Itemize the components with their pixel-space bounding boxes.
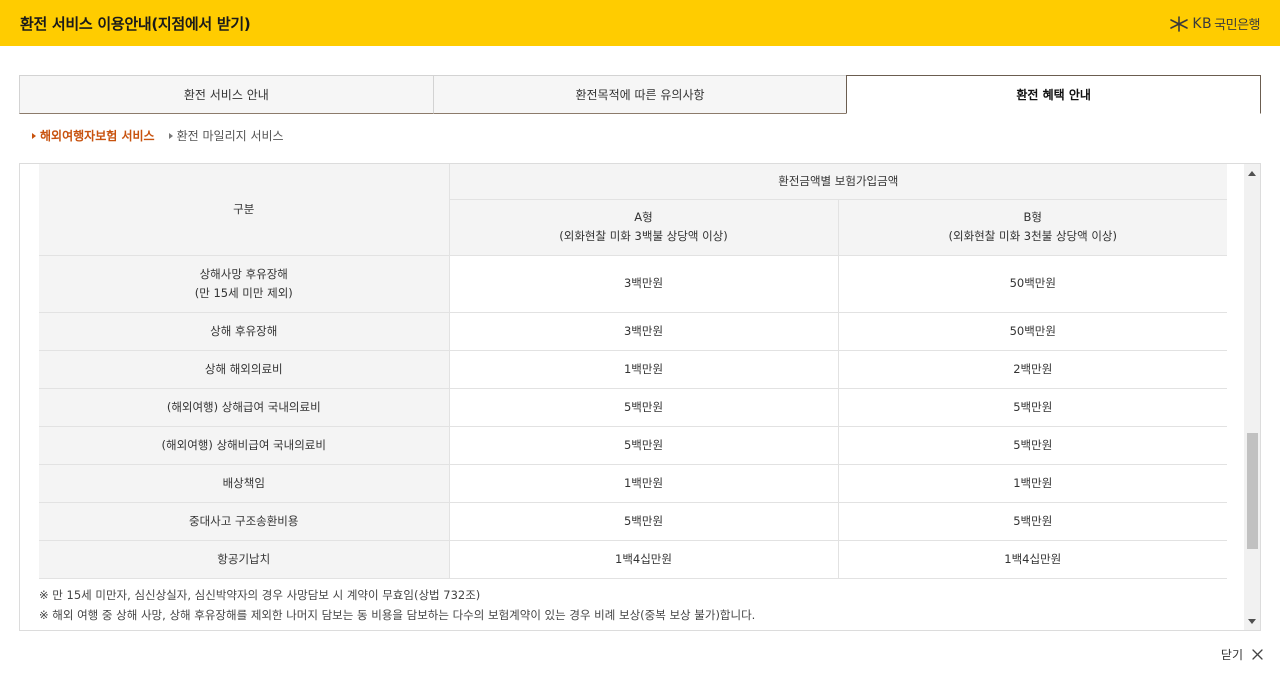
cell-a: 1백만원 (449, 464, 838, 502)
tab-exchange-service[interactable]: 환전 서비스 안내 (19, 75, 433, 114)
close-label: 닫기 (1221, 646, 1243, 663)
cell-b: 50백만원 (838, 312, 1227, 350)
cell-a: 5백만원 (449, 502, 838, 540)
row-label: 상해 해외의료비 (39, 350, 449, 388)
tab-purpose-notes[interactable]: 환전목적에 따른 유의사항 (433, 75, 847, 114)
brand-kb-text: KB (1192, 16, 1212, 32)
table-row: (해외여행) 상해비급여 국내의료비 5백만원 5백만원 (39, 426, 1227, 464)
col-b-desc: (외화현찰 미화 3천불 상당액 이상) (839, 227, 1228, 246)
subtab-label: 환전 마일리지 서비스 (177, 127, 284, 144)
row-label-sub: (만 15세 미만 제외) (39, 284, 449, 303)
cell-a: 3백만원 (449, 312, 838, 350)
col-header-b: B형 (외화현찰 미화 3천불 상당액 이상) (838, 199, 1227, 255)
scroll-up-button[interactable] (1244, 165, 1260, 181)
col-a-name: A형 (450, 208, 838, 227)
cell-a: 1백만원 (449, 350, 838, 388)
cell-b: 1백4십만원 (838, 540, 1227, 578)
close-icon (1252, 649, 1263, 660)
col-a-desc: (외화현찰 미화 3백불 상당액 이상) (450, 227, 838, 246)
tab-exchange-benefits[interactable]: 환전 혜택 안내 (846, 75, 1261, 114)
table-row: 상해사망 후유장해 (만 15세 미만 제외) 3백만원 50백만원 (39, 255, 1227, 312)
sub-tabs: 해외여행자보험 서비스 환전 마일리지 서비스 (32, 127, 298, 144)
col-b-name: B형 (839, 208, 1228, 227)
scroll-down-button[interactable] (1244, 613, 1260, 629)
subtab-travel-insurance[interactable]: 해외여행자보험 서비스 (32, 127, 155, 144)
row-label: (해외여행) 상해비급여 국내의료비 (39, 426, 449, 464)
table-row: 상해 해외의료비 1백만원 2백만원 (39, 350, 1227, 388)
scroll-area[interactable]: 구분 환전금액별 보험가입금액 A형 (외화현찰 미화 3백불 상당액 이상) … (20, 164, 1245, 630)
group-header: 환전금액별 보험가입금액 (449, 164, 1227, 199)
row-label: (해외여행) 상해급여 국내의료비 (39, 388, 449, 426)
content-panel: 구분 환전금액별 보험가입금액 A형 (외화현찰 미화 3백불 상당액 이상) … (19, 163, 1261, 631)
cell-a: 5백만원 (449, 426, 838, 464)
row-label: 상해사망 후유장해 (만 15세 미만 제외) (39, 255, 449, 312)
corner-header: 구분 (39, 164, 449, 255)
arrow-up-icon (1248, 171, 1256, 176)
header-bar: 환전 서비스 이용안내(지점에서 받기) KB 국민은행 (0, 0, 1280, 46)
vertical-scrollbar[interactable] (1244, 164, 1260, 630)
cell-b: 1백만원 (838, 464, 1227, 502)
caret-right-icon (169, 133, 173, 139)
subtab-exchange-mileage[interactable]: 환전 마일리지 서비스 (169, 127, 284, 144)
row-label: 상해 후유장해 (39, 312, 449, 350)
cell-a: 5백만원 (449, 388, 838, 426)
row-label-main: 상해사망 후유장해 (39, 265, 449, 284)
table-row: 중대사고 구조송환비용 5백만원 5백만원 (39, 502, 1227, 540)
table-row: (해외여행) 상해급여 국내의료비 5백만원 5백만원 (39, 388, 1227, 426)
subtab-label: 해외여행자보험 서비스 (40, 127, 155, 144)
cell-b: 5백만원 (838, 502, 1227, 540)
note-item: ※ 해외 여행 중 상해 사망, 상해 후유장해를 제외한 나머지 담보는 동 … (39, 605, 755, 625)
cell-a: 3백만원 (449, 255, 838, 312)
cell-b: 5백만원 (838, 426, 1227, 464)
window-title: 환전 서비스 이용안내(지점에서 받기) (20, 13, 250, 34)
table-row: 상해 후유장해 3백만원 50백만원 (39, 312, 1227, 350)
close-button[interactable]: 닫기 (1221, 646, 1263, 663)
scrollbar-thumb[interactable] (1247, 433, 1258, 549)
table-row: 배상책임 1백만원 1백만원 (39, 464, 1227, 502)
cell-a: 1백4십만원 (449, 540, 838, 578)
caret-right-icon (32, 133, 36, 139)
row-label: 배상책임 (39, 464, 449, 502)
kb-logo: KB 국민은행 (1169, 14, 1260, 33)
kb-star-icon (1169, 16, 1189, 32)
arrow-down-icon (1248, 619, 1256, 624)
cell-b: 2백만원 (838, 350, 1227, 388)
cell-b: 5백만원 (838, 388, 1227, 426)
row-label: 중대사고 구조송환비용 (39, 502, 449, 540)
col-header-a: A형 (외화현찰 미화 3백불 상당액 이상) (449, 199, 838, 255)
insurance-table: 구분 환전금액별 보험가입금액 A형 (외화현찰 미화 3백불 상당액 이상) … (39, 164, 1227, 579)
brand-bank-text: 국민은행 (1214, 14, 1260, 33)
row-label: 항공기납치 (39, 540, 449, 578)
table-row: 항공기납치 1백4십만원 1백4십만원 (39, 540, 1227, 578)
cell-b: 50백만원 (838, 255, 1227, 312)
notes: ※ 만 15세 미만자, 심신상실자, 심신박약자의 경우 사망담보 시 계약이… (39, 585, 755, 625)
main-tabs: 환전 서비스 안내 환전목적에 따른 유의사항 환전 혜택 안내 (19, 75, 1261, 114)
note-item: ※ 만 15세 미만자, 심신상실자, 심신박약자의 경우 사망담보 시 계약이… (39, 585, 755, 605)
